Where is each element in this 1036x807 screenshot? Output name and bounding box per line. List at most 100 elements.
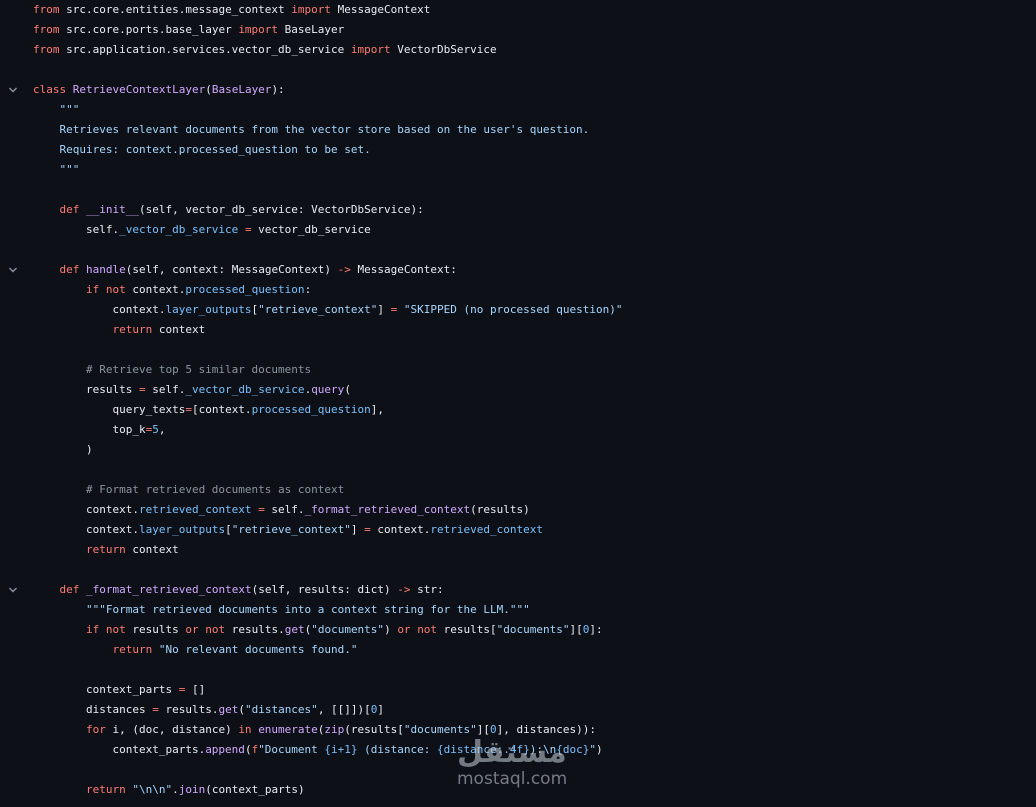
code-token: self. xyxy=(264,503,305,516)
code-token: = xyxy=(244,223,252,236)
code-line: return "No relevant documents found." xyxy=(0,640,1036,660)
code-line: distances = results.get("distances", [[]… xyxy=(0,700,1036,720)
code-token: {distance:.4f} xyxy=(437,743,530,756)
code-line: """Format retrieved documents into a con… xyxy=(0,600,1036,620)
code-token: top_k xyxy=(33,423,146,436)
code-token: not xyxy=(205,623,226,636)
code-token: str: xyxy=(410,583,444,596)
code-token: from xyxy=(33,3,60,16)
code-line-text: return context xyxy=(33,320,205,340)
code-line: Retrieves relevant documents from the ve… xyxy=(0,120,1036,140)
code-token: ) xyxy=(596,743,603,756)
code-token: 0 xyxy=(490,723,497,736)
code-token: import xyxy=(291,3,332,16)
code-token: "No relevant documents found." xyxy=(158,643,358,656)
code-token: MessageContext xyxy=(331,3,431,16)
code-line-text: return "No relevant documents found." xyxy=(33,640,358,660)
code-token: query xyxy=(311,383,345,396)
code-token: context xyxy=(125,543,179,556)
code-line: if not results or not results.get("docum… xyxy=(0,620,1036,640)
code-token: ][ xyxy=(569,623,583,636)
code-line: class RetrieveContextLayer(BaseLayer): xyxy=(0,80,1036,100)
code-token: {doc} xyxy=(556,743,590,756)
code-token: : xyxy=(304,283,312,296)
code-line-text: for i, (doc, distance) in enumerate(zip(… xyxy=(33,720,596,740)
code-token: context_parts xyxy=(33,683,179,696)
code-line-text: """Format retrieved documents into a con… xyxy=(33,600,530,620)
code-token: ( xyxy=(238,703,245,716)
code-token: ( xyxy=(205,83,212,96)
code-token: return xyxy=(85,783,126,796)
code-token: results. xyxy=(158,703,219,716)
code-line: ) xyxy=(0,440,1036,460)
code-token: return xyxy=(112,323,153,336)
chevron-down-icon[interactable] xyxy=(6,580,20,600)
code-line-text: context.layer_outputs["retrieve_context"… xyxy=(33,520,543,540)
code-token: processed_question xyxy=(251,403,371,416)
code-token: in xyxy=(238,723,252,736)
code-token: [] xyxy=(185,683,206,696)
code-token: context. xyxy=(370,523,431,536)
code-line-text: """ xyxy=(33,160,79,180)
code-line-text: def __init__(self, vector_db_service: Ve… xyxy=(33,200,424,220)
code-token: self. xyxy=(33,223,120,236)
code-token: src.application.services.vector_db_servi… xyxy=(59,43,351,56)
code-token: _vector_db_service xyxy=(119,223,239,236)
code-token: append xyxy=(205,743,245,756)
code-line: from src.application.services.vector_db_… xyxy=(0,40,1036,60)
code-token: src.core.ports.base_layer xyxy=(59,23,239,36)
code-line-text: if not context.processed_question: xyxy=(33,280,311,300)
code-token: VectorDbService xyxy=(390,43,497,56)
code-token: not xyxy=(105,623,126,636)
code-line: context_parts.append(f"Document {i+1} (d… xyxy=(0,740,1036,760)
code-token: (self, context: MessageContext) xyxy=(125,263,338,276)
code-token: from xyxy=(33,23,60,36)
code-token: distances xyxy=(33,703,153,716)
code-token: zip xyxy=(324,723,345,736)
code-line-text: self._vector_db_service = vector_db_serv… xyxy=(33,220,371,240)
code-token: (results[ xyxy=(344,723,404,736)
code-line-text: context_parts = [] xyxy=(33,680,205,700)
code-token: # Retrieve top 5 similar documents xyxy=(33,363,312,376)
chevron-down-icon[interactable] xyxy=(6,80,20,100)
code-line-text: # Retrieve top 5 similar documents xyxy=(33,360,311,380)
code-token: get xyxy=(218,703,239,716)
code-token: retrieved_context xyxy=(138,503,252,516)
code-line-text: from src.application.services.vector_db_… xyxy=(33,40,497,60)
code-line: top_k=5, xyxy=(0,420,1036,440)
code-token: return xyxy=(85,543,126,556)
code-token: """ xyxy=(33,103,80,116)
code-token: if xyxy=(85,283,100,296)
chevron-down-icon[interactable] xyxy=(6,260,20,280)
code-token: src.core.entities.message_context xyxy=(59,3,292,16)
code-line: for i, (doc, distance) in enumerate(zip(… xyxy=(0,720,1036,740)
code-token: layer_outputs xyxy=(138,523,226,536)
code-token: results xyxy=(125,623,186,636)
code-line: context_parts = [] xyxy=(0,680,1036,700)
code-line-text: results = self._vector_db_service.query( xyxy=(33,380,351,400)
code-token: = xyxy=(258,503,265,516)
code-token: if xyxy=(85,623,100,636)
code-token: . xyxy=(172,783,179,796)
code-token: context. xyxy=(33,523,139,536)
code-token: , xyxy=(158,423,166,436)
code-token: "retrieve_context" xyxy=(231,523,351,536)
code-line-text: def handle(self, context: MessageContext… xyxy=(33,260,457,280)
code-token: = xyxy=(364,523,371,536)
code-line: results = self._vector_db_service.query( xyxy=(0,380,1036,400)
code-token: ): xyxy=(271,83,285,96)
